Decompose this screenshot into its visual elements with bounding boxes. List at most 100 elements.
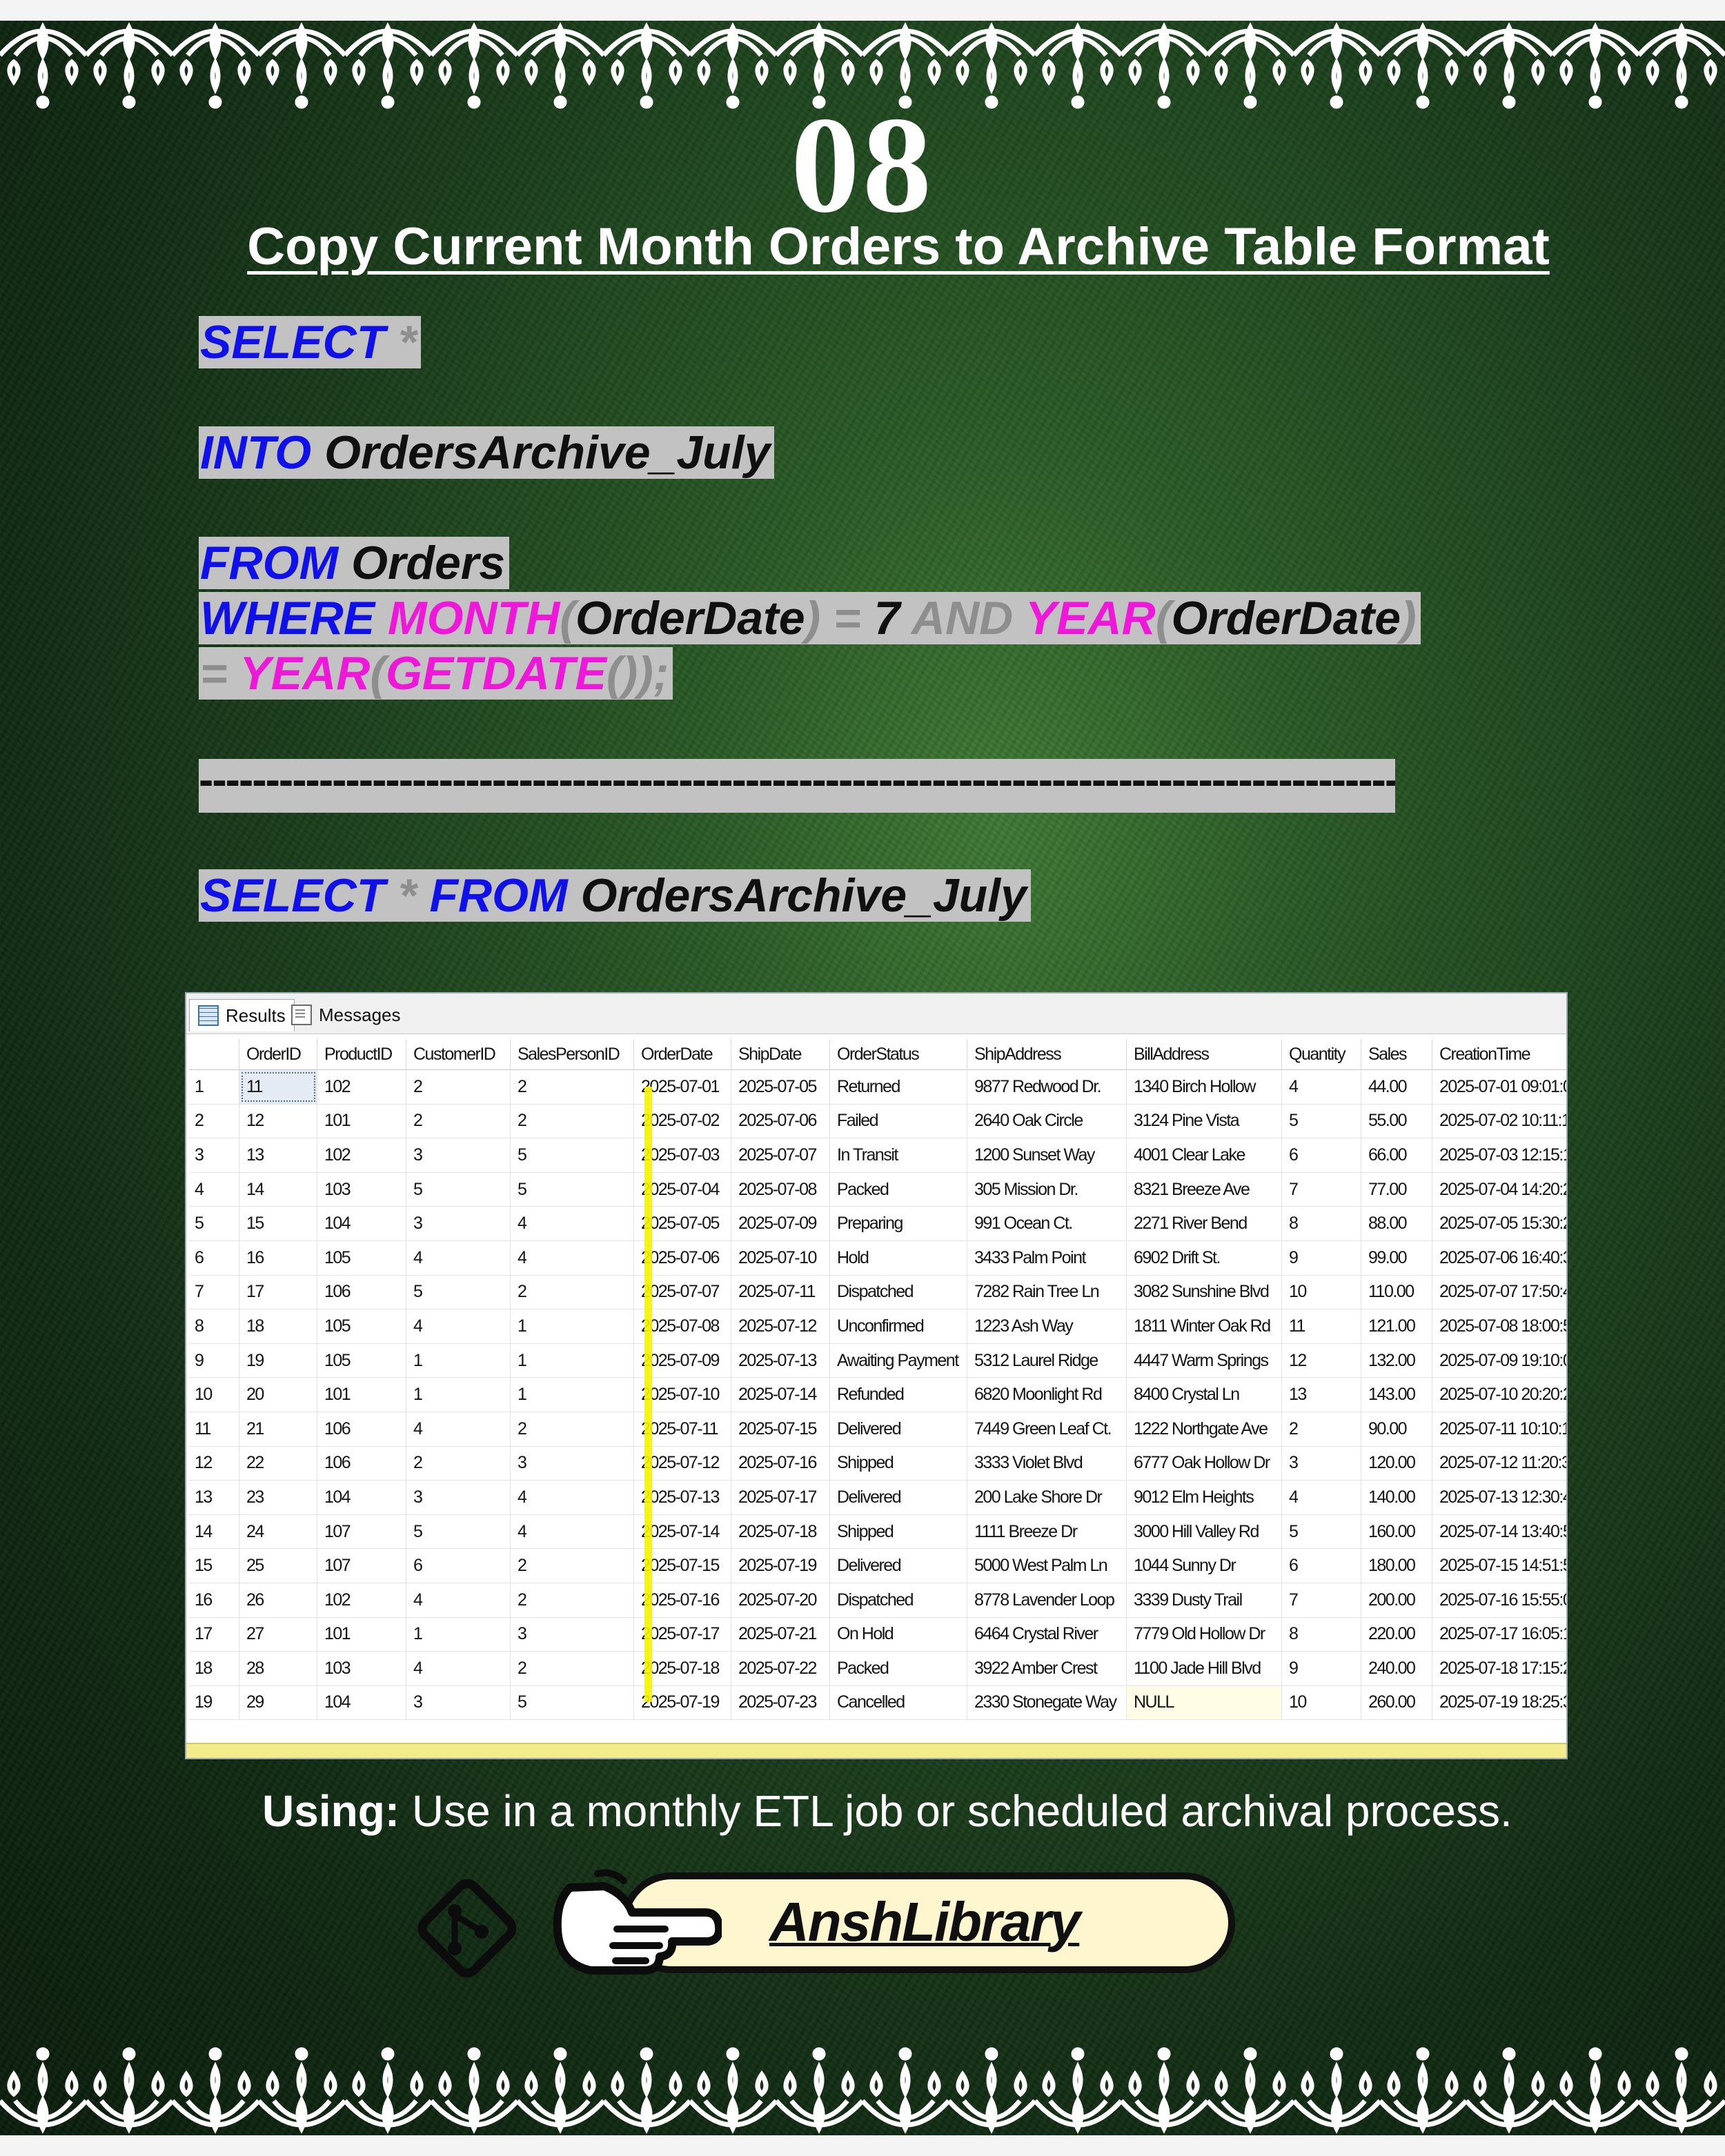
column-header[interactable]: BillAddress: [1126, 1039, 1282, 1070]
table-cell[interactable]: 7: [1281, 1583, 1361, 1618]
table-cell[interactable]: 260.00: [1361, 1685, 1432, 1721]
table-cell[interactable]: 2: [510, 1069, 634, 1105]
table-cell[interactable]: 4: [1281, 1480, 1361, 1515]
table-cell[interactable]: 88.00: [1361, 1206, 1432, 1241]
table-cell[interactable]: Packed: [829, 1172, 967, 1207]
table-cell[interactable]: 2025-07-04 14:20:20.0000000: [1432, 1172, 1566, 1207]
table-cell[interactable]: 4001 Clear Lake: [1126, 1138, 1282, 1173]
table-cell[interactable]: 7449 Green Leaf Ct.: [967, 1412, 1127, 1447]
table-cell[interactable]: 26: [239, 1583, 317, 1618]
table-cell[interactable]: 2025-07-23: [731, 1685, 830, 1721]
table-cell[interactable]: 3922 Amber Crest: [967, 1651, 1127, 1686]
table-cell[interactable]: 1200 Sunset Way: [967, 1138, 1127, 1173]
table-cell[interactable]: 3: [510, 1617, 634, 1652]
table-cell[interactable]: 2025-07-14: [731, 1377, 830, 1412]
table-cell[interactable]: 121.00: [1361, 1309, 1432, 1344]
table-cell[interactable]: 2: [406, 1104, 511, 1139]
table-cell[interactable]: 140.00: [1361, 1480, 1432, 1515]
table-cell[interactable]: 2: [510, 1548, 634, 1583]
table-cell[interactable]: 991 Ocean Ct.: [967, 1206, 1127, 1241]
table-cell[interactable]: 1111 Breeze Dr: [967, 1514, 1127, 1550]
table-cell[interactable]: 1: [510, 1343, 634, 1378]
table-cell[interactable]: 44.00: [1361, 1069, 1432, 1105]
table-cell[interactable]: 4: [510, 1206, 634, 1241]
table-cell[interactable]: 104: [317, 1685, 406, 1721]
table-cell[interactable]: 8: [1281, 1206, 1361, 1241]
table-cell[interactable]: 55.00: [1361, 1104, 1432, 1139]
table-cell[interactable]: 5: [510, 1685, 634, 1721]
table-cell[interactable]: 143.00: [1361, 1377, 1432, 1412]
table-cell[interactable]: 5: [406, 1172, 511, 1207]
table-cell[interactable]: 3082 Sunshine Blvd: [1126, 1275, 1282, 1310]
table-cell[interactable]: 110.00: [1361, 1275, 1432, 1310]
table-cell[interactable]: 5: [406, 1275, 511, 1310]
table-cell[interactable]: 2025-07-05: [731, 1069, 830, 1105]
table-cell[interactable]: 1: [406, 1617, 511, 1652]
table-cell[interactable]: 5000 West Palm Ln: [967, 1548, 1127, 1583]
table-cell[interactable]: 2025-07-08 18:00:55.0000000: [1432, 1309, 1566, 1344]
table-cell[interactable]: 2025-07-01 09:01:01.0000000: [1432, 1069, 1566, 1105]
table-row[interactable]: 17 27 101 1 3 2025-07-17 2025-07-21 On Hold 6464…: [189, 1617, 1566, 1652]
table-cell[interactable]: Awaiting Payment: [829, 1343, 967, 1378]
row-number[interactable]: 1: [189, 1069, 239, 1105]
table-cell[interactable]: 4: [406, 1412, 511, 1447]
table-cell[interactable]: 2025-07-12 11:20:30.0000000: [1432, 1446, 1566, 1481]
row-number[interactable]: 19: [189, 1685, 239, 1721]
table-row[interactable]: 3 13 102 3 5 2025-07-03 2025-07-07 In Transit 12…: [189, 1138, 1566, 1173]
table-row[interactable]: 16 26 102 4 2 2025-07-16 2025-07-20 Dispatched 8…: [189, 1583, 1566, 1618]
table-cell[interactable]: 2025-07-15 14:51:55.0000000: [1432, 1548, 1566, 1583]
table-cell[interactable]: 2025-07-22: [731, 1651, 830, 1686]
table-cell[interactable]: 1: [510, 1377, 634, 1412]
row-number[interactable]: 8: [189, 1309, 239, 1344]
table-cell[interactable]: 66.00: [1361, 1138, 1432, 1173]
table-cell[interactable]: 6902 Drift St.: [1126, 1240, 1282, 1276]
table-cell[interactable]: Dispatched: [829, 1275, 967, 1310]
table-cell[interactable]: Preparing: [829, 1206, 967, 1241]
table-cell[interactable]: 1: [406, 1343, 511, 1378]
table-cell[interactable]: Packed: [829, 1651, 967, 1686]
table-cell[interactable]: 2025-07-18: [731, 1514, 830, 1550]
table-cell[interactable]: 2025-07-07: [731, 1138, 830, 1173]
table-cell[interactable]: 3: [1281, 1446, 1361, 1481]
tab-messages[interactable]: Messages: [283, 999, 409, 1031]
table-cell[interactable]: Delivered: [829, 1412, 967, 1447]
table-cell[interactable]: Shipped: [829, 1446, 967, 1481]
table-cell[interactable]: 5: [1281, 1104, 1361, 1139]
table-cell[interactable]: 2025-07-08: [731, 1172, 830, 1207]
row-number[interactable]: 10: [189, 1377, 239, 1412]
row-number[interactable]: 3: [189, 1138, 239, 1173]
row-number[interactable]: 13: [189, 1480, 239, 1515]
table-cell[interactable]: 104: [317, 1206, 406, 1241]
table-cell[interactable]: 102: [317, 1069, 406, 1105]
row-number[interactable]: 11: [189, 1412, 239, 1447]
table-cell[interactable]: 7779 Old Hollow Dr: [1126, 1617, 1282, 1652]
table-cell[interactable]: 2025-07-06: [731, 1104, 830, 1139]
table-cell[interactable]: 101: [317, 1377, 406, 1412]
table-cell[interactable]: 8: [1281, 1617, 1361, 1652]
row-number[interactable]: 4: [189, 1172, 239, 1207]
table-cell[interactable]: 3: [510, 1446, 634, 1481]
table-row[interactable]: 2 12 101 2 2 2025-07-02 2025-07-06 Failed 2640 O…: [189, 1104, 1566, 1139]
table-cell[interactable]: 2025-07-17 16:05:15.0000000: [1432, 1617, 1566, 1652]
table-cell[interactable]: 2025-07-15: [731, 1412, 830, 1447]
table-cell[interactable]: 9877 Redwood Dr.: [967, 1069, 1127, 1105]
table-cell[interactable]: 2: [510, 1275, 634, 1310]
table-row[interactable]: 7 17 106 5 2 2025-07-07 2025-07-11 Dispatched 72…: [189, 1275, 1566, 1310]
table-cell[interactable]: 2025-07-09 19:10:00.0000000: [1432, 1343, 1566, 1378]
table-cell[interactable]: 2025-07-06 16:40:35.0000000: [1432, 1240, 1566, 1276]
table-cell[interactable]: 101: [317, 1617, 406, 1652]
table-cell[interactable]: 3433 Palm Point: [967, 1240, 1127, 1276]
table-cell[interactable]: 105: [317, 1309, 406, 1344]
table-cell[interactable]: 2330 Stonegate Way: [967, 1685, 1127, 1721]
table-cell[interactable]: Delivered: [829, 1548, 967, 1583]
table-cell[interactable]: 2: [510, 1104, 634, 1139]
table-cell[interactable]: 105: [317, 1343, 406, 1378]
table-row[interactable]: 15 25 107 6 2 2025-07-15 2025-07-19 Delivered 50…: [189, 1548, 1566, 1583]
table-cell[interactable]: 8400 Crystal Ln: [1126, 1377, 1282, 1412]
table-cell[interactable]: 9: [1281, 1651, 1361, 1686]
table-cell[interactable]: 4: [406, 1240, 511, 1276]
table-cell[interactable]: 102: [317, 1583, 406, 1618]
table-cell[interactable]: 16: [239, 1240, 317, 1276]
table-row[interactable]: 6 16 105 4 4 2025-07-06 2025-07-10 Hold 3433 Pal…: [189, 1240, 1566, 1276]
table-cell[interactable]: 220.00: [1361, 1617, 1432, 1652]
